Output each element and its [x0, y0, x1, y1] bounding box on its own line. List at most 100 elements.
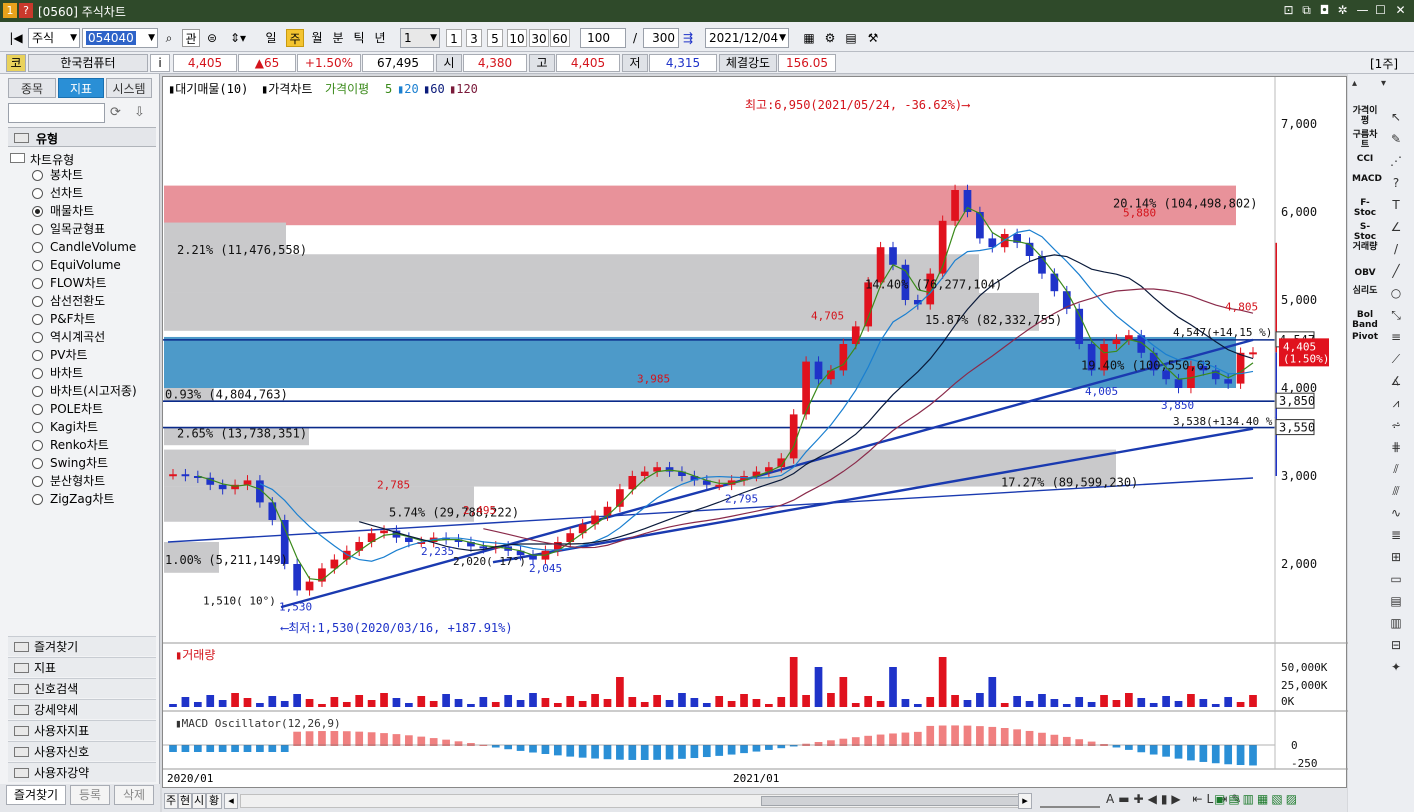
chart-type-radio[interactable] [32, 458, 43, 469]
tab-indicators[interactable]: 지표 [58, 78, 104, 98]
refresh-icon[interactable]: ⊜ [203, 29, 221, 47]
period-day[interactable]: 일 [262, 29, 280, 47]
unit-10-button[interactable]: 10 [507, 29, 527, 47]
tab-si[interactable]: 시 [192, 793, 206, 809]
folder-item[interactable]: 사용자강약 [8, 762, 156, 782]
panel-scroll-icons[interactable]: ▴▾ [1352, 78, 1408, 100]
indicator-button[interactable]: Pivot [1352, 332, 1378, 342]
first-icon[interactable]: |◀ [8, 29, 24, 47]
chart-type-radio[interactable] [32, 170, 43, 181]
settings-icon[interactable]: ⚙ [821, 29, 839, 47]
draw-tool-icon[interactable]: ○ [1386, 284, 1406, 302]
updown-icon[interactable]: ⇕▾ [225, 29, 251, 47]
unit-3-button[interactable]: 3 [466, 29, 482, 47]
chart-type-label[interactable]: 봉차트 [50, 168, 83, 182]
camera-icon[interactable]: ◘ [1318, 4, 1331, 17]
chart-type-label[interactable]: ZigZag차트 [50, 492, 114, 506]
folder-item[interactable]: 지표 [8, 657, 156, 677]
draw-tool-icon[interactable]: ✦ [1386, 658, 1406, 676]
chart-type-label[interactable]: Kagi차트 [50, 420, 98, 434]
draw-tool-icon[interactable]: ▭ [1386, 570, 1406, 588]
chart-type-label[interactable]: 바차트(시고저종) [50, 384, 137, 398]
indicator-button[interactable]: S-Stoc [1352, 222, 1378, 242]
tab-hwang[interactable]: 황 [206, 793, 222, 809]
chart-type-radio[interactable] [32, 404, 43, 415]
folder-item[interactable]: 강세약세 [8, 699, 156, 719]
scrollbar-track[interactable] [240, 794, 1030, 808]
draw-tool-icon[interactable]: ⟋ [1386, 350, 1406, 368]
chart-type-radio[interactable] [32, 350, 43, 361]
indicator-button[interactable]: 가격이평 [1352, 106, 1378, 126]
chart-type-radio[interactable] [32, 260, 43, 271]
indicator-button[interactable]: 거래량 [1352, 242, 1378, 252]
draw-tool-icon[interactable]: ⋰ [1386, 152, 1406, 170]
tree-root[interactable]: 차트유형 [8, 151, 156, 167]
chart-area[interactable]: 20.14% (104,498,802) 2.21% (11,476,558) 14… [162, 76, 1348, 789]
scroll-right-icon[interactable]: ▸ [1018, 793, 1032, 809]
tab-ju[interactable]: 주 [164, 793, 178, 809]
tab-favorites[interactable]: 즐겨찾기 [6, 785, 66, 805]
pin-icon[interactable]: ⊡ [1282, 4, 1295, 17]
draw-tool-icon[interactable]: ≡ [1386, 328, 1406, 346]
indicator-button[interactable]: Bol Band [1352, 310, 1378, 330]
chart-type-radio[interactable] [32, 476, 43, 487]
folder-item[interactable]: 사용자신호 [8, 741, 156, 761]
total-input[interactable]: 300 [643, 28, 679, 48]
draw-tool-icon[interactable]: ⤡ [1386, 306, 1406, 324]
chart-type-radio[interactable] [32, 314, 43, 325]
unit-5-button[interactable]: 5 [487, 29, 503, 47]
chart-type-radio[interactable] [32, 242, 43, 253]
grid-icon[interactable]: ▦ [800, 29, 818, 47]
chart-type-label[interactable]: Swing차트 [50, 456, 108, 470]
maximize-icon[interactable]: ☐ [1374, 4, 1387, 17]
chart-type-radio[interactable] [32, 440, 43, 451]
save-icon[interactable]: ▤ [842, 29, 860, 47]
market-select[interactable]: 주식 ▼ [28, 28, 80, 48]
chart-type-label[interactable]: 역시계곡선 [50, 330, 105, 344]
draw-tool-icon[interactable]: ∿ [1386, 504, 1406, 522]
unit-30-button[interactable]: 30 [529, 29, 549, 47]
chart-type-radio[interactable] [32, 296, 43, 307]
chart-type-radio[interactable] [32, 206, 43, 217]
indicator-button[interactable]: OBV [1352, 268, 1378, 278]
zoom-slider[interactable] [1040, 794, 1100, 808]
draw-tool-icon[interactable]: ✎ [1386, 130, 1406, 148]
chart-type-label[interactable]: 분산형차트 [50, 474, 105, 488]
draw-tool-icon[interactable]: ╱ [1386, 262, 1406, 280]
download-icon[interactable]: ⇩ [134, 105, 145, 120]
gear-icon[interactable]: ✲ [1336, 4, 1349, 17]
draw-tool-icon[interactable]: ↖ [1386, 108, 1406, 126]
folder-item[interactable]: 즐겨찾기 [8, 636, 156, 656]
chart-type-radio[interactable] [32, 422, 43, 433]
date-picker[interactable]: 2021/12/04 ▼ [705, 28, 789, 48]
scrollbar-thumb[interactable] [761, 796, 1027, 806]
register-button[interactable]: 등록 [70, 785, 110, 805]
tab-stocks[interactable]: 종목 [8, 78, 56, 98]
count-stepper[interactable]: 100 [580, 28, 626, 48]
draw-tool-icon[interactable]: ⊟ [1386, 636, 1406, 654]
chart-type-radio[interactable] [32, 494, 43, 505]
link-icon[interactable]: ⧉ [1300, 4, 1313, 17]
period-year[interactable]: 년 [371, 29, 389, 47]
chart-type-label[interactable]: EquiVolume [50, 258, 121, 272]
chart-type-radio[interactable] [32, 224, 43, 235]
minimize-icon[interactable]: — [1356, 4, 1369, 17]
group-header[interactable]: 유형 [8, 127, 156, 147]
chart-type-radio[interactable] [32, 278, 43, 289]
chart-type-radio[interactable] [32, 332, 43, 343]
tab-system[interactable]: 시스템 [106, 78, 152, 98]
chart-canvas[interactable]: 20.14% (104,498,802)2.21% (11,476,558)14… [163, 77, 1348, 789]
folder-item[interactable]: 신호검색 [8, 678, 156, 698]
apply-icon[interactable]: ⇶ [680, 29, 696, 47]
delete-button[interactable]: 삭제 [114, 785, 154, 805]
draw-tool-icon[interactable]: ≣ [1386, 526, 1406, 544]
chart-type-radio[interactable] [32, 368, 43, 379]
export-icons[interactable]: ▣▤▥▦▧▨ [1214, 792, 1300, 806]
period-week[interactable]: 주 [286, 29, 304, 47]
chart-type-label[interactable]: POLE차트 [50, 402, 103, 416]
chart-type-label[interactable]: 선차트 [50, 186, 83, 200]
indicator-button[interactable]: MACD [1352, 174, 1382, 184]
draw-tool-icon[interactable]: ⩘ [1386, 394, 1406, 412]
draw-tool-icon[interactable]: ⫽ [1386, 460, 1406, 478]
indicator-button[interactable]: F-Stoc [1352, 198, 1378, 218]
